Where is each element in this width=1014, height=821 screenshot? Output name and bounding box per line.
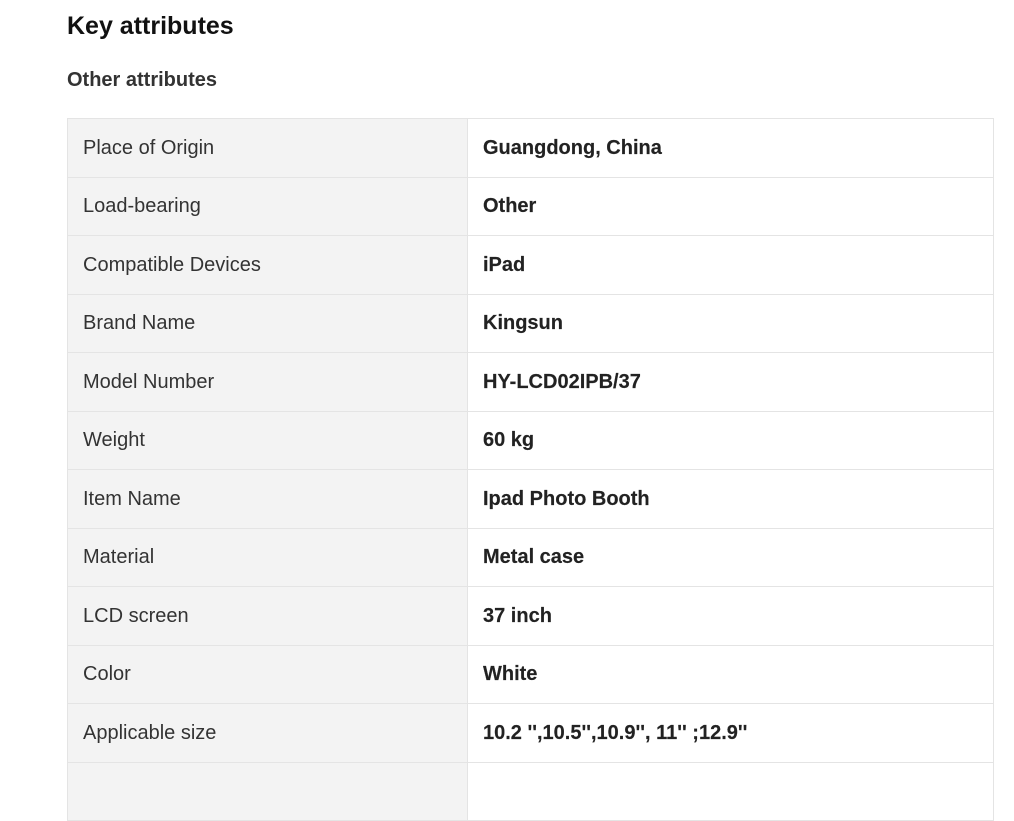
table-row: Weight 60 kg [67,410,994,470]
attribute-label: Model Number [67,352,468,412]
attribute-value: iPad [467,235,994,295]
attribute-label: Item Name [67,469,468,529]
attribute-label: Color [67,644,468,704]
attribute-label: Material [67,527,468,587]
attribute-label: Load-bearing [67,176,468,236]
attribute-label: Place of Origin [67,118,468,178]
table-row: Model Number HY-LCD02IPB/37 [67,352,994,412]
attribute-value: Guangdong, China [467,118,994,178]
attribute-label: Brand Name [67,293,468,353]
table-row: Applicable size 10.2 '',10.5'',10.9'', 1… [67,703,994,763]
attribute-value: Ipad Photo Booth [467,469,994,529]
attribute-label: Weight [67,410,468,470]
attribute-value: Metal case [467,527,994,587]
attribute-label: Compatible Devices [67,235,468,295]
table-row: Item Name Ipad Photo Booth [67,469,994,529]
table-row: Compatible Devices iPad [67,235,994,295]
attribute-value: Other [467,176,994,236]
attribute-value: White [467,644,994,704]
table-row: LCD screen 37 inch [67,586,994,646]
attribute-value: 60 kg [467,410,994,470]
attribute-value: 10.2 '',10.5'',10.9'', 11'' ;12.9'' [467,703,994,763]
attribute-label: Applicable size [67,703,468,763]
table-row: Color White [67,644,994,704]
attribute-value [467,761,994,821]
table-row: Place of Origin Guangdong, China [67,118,994,178]
attribute-value: Kingsun [467,293,994,353]
table-row: Load-bearing Other [67,176,994,236]
attribute-label: LCD screen [67,586,468,646]
attributes-table: Place of Origin Guangdong, China Load-be… [67,118,994,821]
section-title: Key attributes [67,12,234,40]
table-row [67,761,994,821]
attribute-value: 37 inch [467,586,994,646]
attribute-label [67,761,468,821]
attribute-value: HY-LCD02IPB/37 [467,352,994,412]
section-subtitle: Other attributes [67,69,218,91]
table-row: Brand Name Kingsun [67,293,994,353]
table-row: Material Metal case [67,527,994,587]
